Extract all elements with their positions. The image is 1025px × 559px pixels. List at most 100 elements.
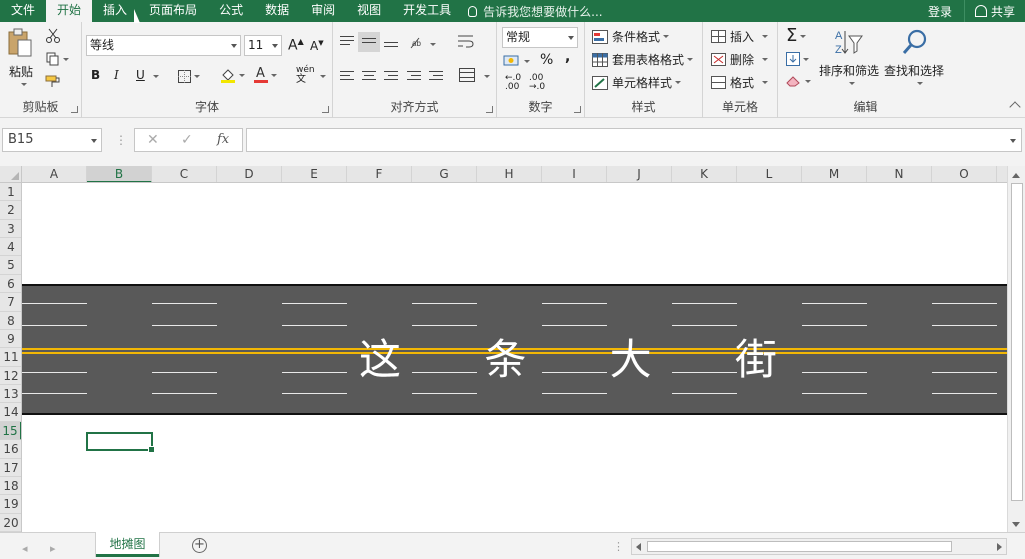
column-header-h[interactable]: H bbox=[477, 166, 542, 182]
sheet-tab-active[interactable]: 地摊图 bbox=[96, 532, 159, 557]
horizontal-scroll-thumb[interactable] bbox=[647, 541, 952, 552]
row-header-20[interactable]: 20 bbox=[0, 514, 21, 532]
font-color-button[interactable]: A bbox=[252, 66, 278, 84]
row-header-4[interactable]: 4 bbox=[0, 238, 21, 257]
column-header-k[interactable]: K bbox=[672, 166, 737, 182]
selected-cell-b15[interactable] bbox=[86, 432, 155, 453]
insert-cells-button[interactable]: 插入 bbox=[711, 28, 769, 45]
row-header-14[interactable]: 14 bbox=[0, 403, 21, 422]
column-header-n[interactable]: N bbox=[867, 166, 932, 182]
expand-formula-icon[interactable] bbox=[1010, 139, 1016, 143]
cell-grid[interactable]: 这条大街 bbox=[22, 183, 1007, 532]
column-header-d[interactable]: D bbox=[217, 166, 282, 182]
increase-indent-button[interactable] bbox=[429, 71, 443, 83]
row-header-15[interactable]: 15 bbox=[0, 421, 21, 441]
find-select-icon-wrap[interactable] bbox=[901, 28, 929, 59]
align-right-button[interactable] bbox=[384, 71, 398, 83]
find-select-label[interactable]: 查找和选择 bbox=[884, 62, 944, 79]
ribbon-tab-8[interactable]: 开发工具 bbox=[392, 0, 462, 22]
comma-button[interactable]: , bbox=[565, 49, 570, 65]
ribbon-tab-7[interactable]: 视图 bbox=[346, 0, 392, 22]
tab-splitter-icon[interactable]: ⋮ bbox=[613, 540, 624, 553]
wrap-text-button[interactable] bbox=[457, 34, 475, 53]
autosum-button[interactable]: Σ bbox=[786, 27, 807, 45]
paste-button[interactable] bbox=[6, 28, 34, 58]
scroll-up-icon[interactable] bbox=[1012, 173, 1020, 178]
number-launcher[interactable] bbox=[574, 106, 581, 113]
column-header-g[interactable]: G bbox=[412, 166, 477, 182]
column-header-l[interactable]: L bbox=[737, 166, 802, 182]
row-header-2[interactable]: 2 bbox=[0, 201, 21, 220]
row-header-7[interactable]: 7 bbox=[0, 293, 21, 312]
next-sheet-icon[interactable]: ▸ bbox=[50, 542, 56, 555]
row-header-18[interactable]: 18 bbox=[0, 477, 21, 496]
row-header-6[interactable]: 6 bbox=[0, 275, 21, 294]
cancel-entry-button[interactable]: ✕ bbox=[147, 132, 159, 148]
format-as-table-button[interactable]: 套用表格格式 bbox=[592, 51, 694, 68]
align-bottom-button[interactable] bbox=[384, 42, 398, 50]
copy-button[interactable] bbox=[44, 50, 70, 68]
format-painter-button[interactable] bbox=[44, 72, 62, 90]
orientation-button[interactable]: ab bbox=[409, 36, 425, 53]
row-header-17[interactable]: 17 bbox=[0, 459, 21, 477]
delete-cells-button[interactable]: 删除 bbox=[711, 51, 769, 68]
formula-input[interactable] bbox=[246, 128, 1022, 152]
ribbon-tab-1[interactable]: 开始 bbox=[46, 0, 93, 22]
percent-button[interactable]: % bbox=[540, 52, 553, 68]
paste-dropdown-icon[interactable] bbox=[21, 83, 27, 86]
align-middle-button[interactable] bbox=[358, 32, 380, 52]
select-all-button[interactable] bbox=[0, 166, 22, 183]
clear-button[interactable] bbox=[786, 75, 811, 87]
merge-center-button[interactable] bbox=[459, 68, 475, 85]
ribbon-tab-2[interactable]: 插入 bbox=[92, 0, 138, 22]
font-name-box[interactable]: 等线 bbox=[86, 35, 241, 56]
row-header-11[interactable]: 11 bbox=[0, 348, 21, 367]
vertical-scrollbar[interactable] bbox=[1007, 166, 1025, 532]
increase-decimal-button[interactable]: ←.0.00 bbox=[505, 74, 521, 92]
column-header-m[interactable]: M bbox=[802, 166, 867, 182]
name-box[interactable]: B15 bbox=[2, 128, 102, 152]
conditional-formatting-button[interactable]: 条件格式 bbox=[592, 28, 670, 45]
borders-button[interactable] bbox=[176, 68, 202, 84]
paste-label[interactable]: 粘贴 bbox=[9, 63, 33, 80]
accounting-format-button[interactable] bbox=[503, 54, 530, 68]
column-header-f[interactable]: F bbox=[347, 166, 412, 182]
column-header-j[interactable]: J bbox=[607, 166, 672, 182]
bold-button[interactable]: B bbox=[91, 68, 100, 82]
add-sheet-button[interactable]: + bbox=[192, 538, 207, 553]
alignment-launcher[interactable] bbox=[486, 106, 493, 113]
horizontal-scrollbar[interactable] bbox=[631, 538, 1007, 555]
enter-entry-button[interactable]: ✓ bbox=[181, 132, 193, 148]
column-header-c[interactable]: C bbox=[152, 166, 217, 182]
grow-font-button[interactable]: A▲ bbox=[288, 37, 304, 54]
ribbon-tab-0[interactable]: 文件 bbox=[0, 0, 46, 22]
login-link[interactable]: 登录 bbox=[916, 3, 964, 20]
row-header-16[interactable]: 16 bbox=[0, 440, 21, 459]
orientation-dropdown-icon[interactable] bbox=[430, 43, 436, 46]
sort-filter-icon-wrap[interactable]: A Z bbox=[833, 28, 863, 59]
italic-button[interactable]: I bbox=[114, 68, 119, 82]
row-header-13[interactable]: 13 bbox=[0, 385, 21, 404]
scroll-right-icon[interactable] bbox=[997, 543, 1002, 551]
vertical-scroll-thumb[interactable] bbox=[1011, 183, 1023, 501]
format-cells-button[interactable]: 格式 bbox=[711, 74, 769, 91]
phonetic-dropdown-icon[interactable] bbox=[320, 75, 326, 78]
row-header-1[interactable]: 1 bbox=[0, 183, 21, 202]
cut-button[interactable] bbox=[44, 27, 62, 45]
ribbon-tab-4[interactable]: 公式 bbox=[208, 0, 254, 22]
splitter-handle-icon[interactable]: ⋮ bbox=[115, 133, 127, 147]
tell-me-box[interactable]: 告诉我您想要做什么... bbox=[468, 3, 603, 20]
decrease-indent-button[interactable] bbox=[407, 71, 421, 83]
font-launcher[interactable] bbox=[322, 106, 329, 113]
row-header-9[interactable]: 9 bbox=[0, 330, 21, 349]
column-header-e[interactable]: E bbox=[282, 166, 347, 182]
font-size-box[interactable]: 11 bbox=[244, 35, 282, 56]
share-button[interactable]: 共享 bbox=[963, 0, 1025, 22]
scroll-left-icon[interactable] bbox=[636, 543, 641, 551]
ribbon-tab-6[interactable]: 审阅 bbox=[300, 0, 346, 22]
ribbon-tab-3[interactable]: 页面布局 bbox=[138, 0, 208, 22]
row-header-5[interactable]: 5 bbox=[0, 256, 21, 275]
align-left-button[interactable] bbox=[340, 71, 354, 83]
underline-button[interactable]: U bbox=[136, 68, 145, 82]
row-header-8[interactable]: 8 bbox=[0, 312, 21, 330]
